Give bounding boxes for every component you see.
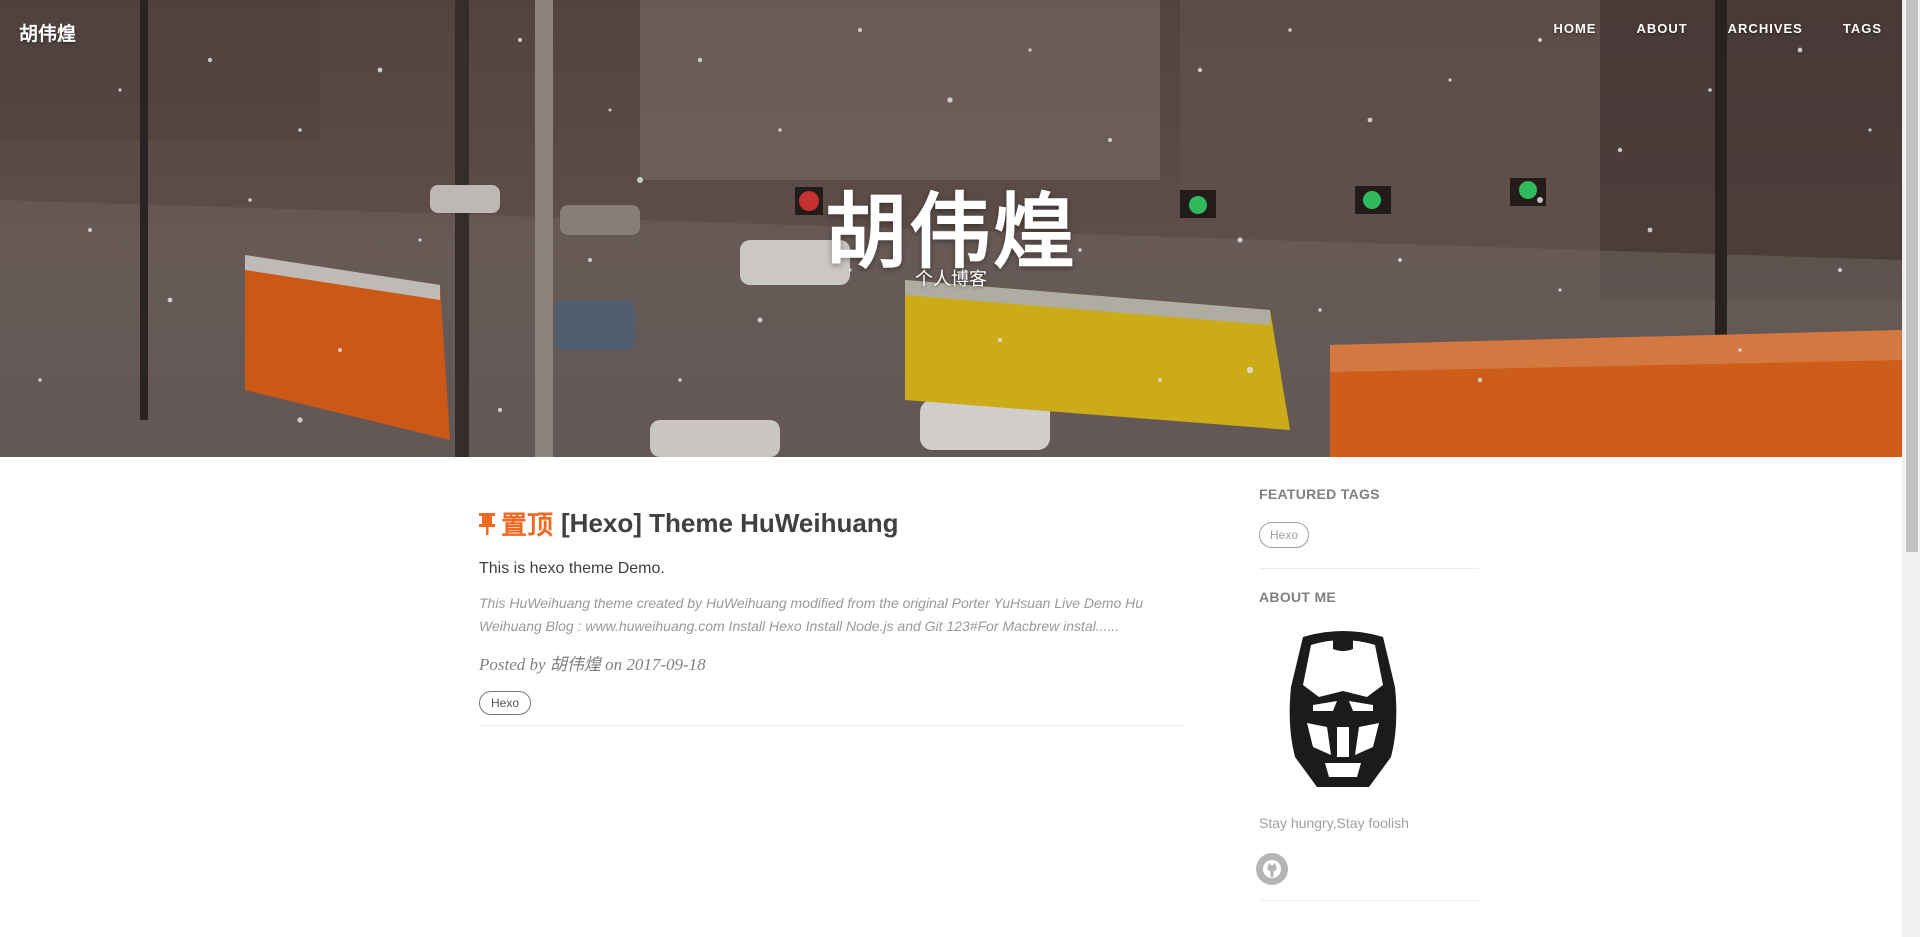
featured-tag-hexo[interactable]: Hexo — [1259, 522, 1310, 548]
featured-tags-list: Hexo — [1259, 522, 1479, 548]
pinned-label: 置顶 — [501, 511, 554, 541]
nav-link-about[interactable]: ABOUT — [1636, 21, 1687, 36]
top-nav: HOME ABOUT ARCHIVES TAGS — [1513, 21, 1882, 36]
post-preview[interactable]: 置顶 [Hexo] Theme HuWeihuang This is hexo … — [479, 505, 1185, 715]
nav-link-archives[interactable]: ARCHIVES — [1728, 21, 1803, 36]
page-scrollbar[interactable] — [1902, 0, 1920, 937]
post-title-text: [Hexo] Theme HuWeihuang — [561, 508, 899, 538]
nav-link-tags[interactable]: TAGS — [1843, 21, 1882, 36]
iron-man-mask-icon — [1289, 631, 1397, 787]
post-author: 胡伟煌 — [549, 655, 601, 675]
post-title-link[interactable]: 置顶 [Hexo] Theme HuWeihuang — [479, 505, 1185, 542]
sidebar-divider — [1259, 568, 1479, 569]
sidebar: FEATURED TAGS Hexo ABOUT ME Stay hungry,… — [1256, 486, 1479, 901]
nav-link-home[interactable]: HOME — [1553, 21, 1596, 36]
post-date: 2017-09-18 — [626, 655, 706, 674]
pushpin-icon — [479, 512, 495, 535]
sidebar-divider-bottom — [1259, 900, 1479, 901]
post-meta-on: on — [605, 655, 623, 674]
post-excerpt: This HuWeihuang theme created by HuWeihu… — [479, 595, 1144, 634]
github-icon — [1263, 860, 1281, 878]
hero-banner: 胡伟煌 HOME ABOUT ARCHIVES TAGS 胡伟煌 个人博客 — [0, 0, 1902, 457]
post-subtitle: This is hexo theme Demo. — [479, 560, 665, 577]
post-tag-hexo[interactable]: Hexo — [479, 691, 532, 715]
about-motto: Stay hungry,Stay foolish — [1259, 815, 1409, 831]
post-meta: Posted by 胡伟煌 on 2017-09-18 — [479, 650, 1185, 675]
post-meta-prefix: Posted by — [479, 655, 546, 674]
scrollbar-thumb[interactable] — [1906, 0, 1918, 552]
github-link[interactable] — [1256, 853, 1288, 885]
about-me-heading: ABOUT ME — [1259, 589, 1337, 605]
site-brand-link[interactable]: 胡伟煌 — [19, 19, 76, 46]
post-divider — [479, 725, 1185, 726]
site-subtitle: 个人博客 — [915, 269, 987, 290]
featured-tags-heading: FEATURED TAGS — [1259, 486, 1380, 502]
